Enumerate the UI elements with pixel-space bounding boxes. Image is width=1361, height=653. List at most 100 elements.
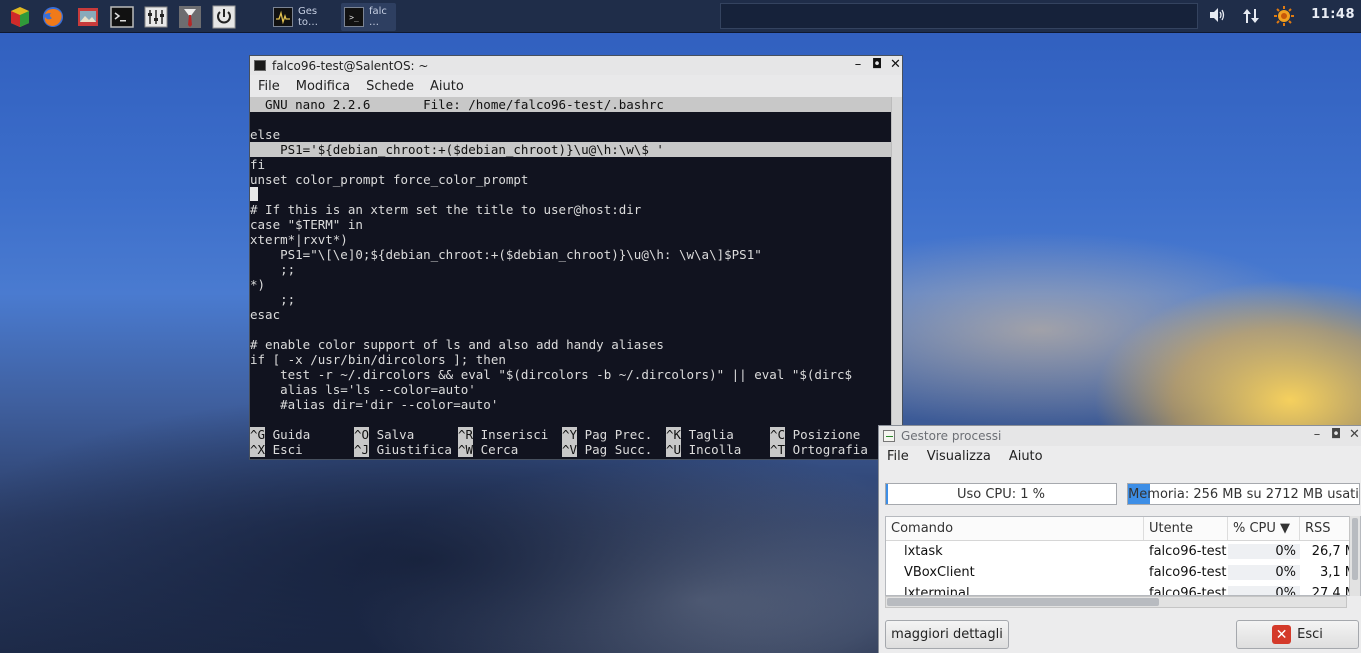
menu-aiuto[interactable]: Aiuto: [430, 79, 464, 94]
power-icon[interactable]: [211, 4, 237, 29]
volume-icon[interactable]: [1208, 7, 1226, 27]
user-icon[interactable]: [177, 4, 203, 29]
more-details-button[interactable]: maggiori dettagli: [885, 620, 1009, 649]
mixer-icon[interactable]: [143, 4, 169, 29]
code-line: fi: [250, 157, 266, 172]
memory-meter-label: Memoria: 256 MB su 2712 MB usati: [1128, 486, 1359, 502]
code-line: xterm*|rxvt*): [250, 232, 348, 247]
shortcut-row: ^G Guida ^O Salva ^R Inserisci ^Y Pag Pr…: [250, 427, 891, 442]
shortcut-cerca: ^W Cerca: [458, 442, 519, 457]
task-button-terminal[interactable]: >_ falc …: [341, 3, 396, 31]
code-line-selected: PS1='${debian_chroot:+($debian_chroot)}\…: [250, 142, 891, 157]
code-line: esac: [250, 307, 281, 322]
cell-command: lxtask: [904, 544, 943, 559]
task-manager-window: Gestore processi – ◘ ✕ File Visualizza A…: [878, 425, 1361, 653]
shortcut-giustifica: ^J Giustifica: [354, 442, 452, 457]
table-header: Comando Utente % CPU ▼ RSS: [886, 517, 1360, 541]
terminal-menubar: File Modifica Schede Aiuto: [250, 75, 902, 97]
task-manager-icon: [883, 430, 895, 442]
memory-meter: Memoria: 256 MB su 2712 MB usati: [1127, 483, 1360, 505]
task-button-task-manager[interactable]: Ges to…: [270, 3, 325, 31]
column-header-comando[interactable]: Comando: [886, 517, 1144, 540]
column-header-cpu[interactable]: % CPU ▼: [1228, 517, 1300, 540]
menu-file[interactable]: File: [887, 449, 909, 464]
more-details-label: maggiori dettagli: [891, 627, 1003, 642]
menu-file[interactable]: File: [258, 79, 280, 94]
firefox-icon[interactable]: [40, 4, 66, 29]
nano-header: GNU nano 2.2.6 File: /home/falco96-test/…: [250, 97, 891, 112]
menu-aiuto[interactable]: Aiuto: [1009, 449, 1043, 464]
shortcut-guida: ^G Guida: [250, 427, 311, 442]
cell-cpu: 0%: [1228, 544, 1300, 559]
task-label-line2: to…: [298, 17, 319, 28]
shortcut-pag-prec: ^Y Pag Prec.: [562, 427, 653, 442]
maximize-icon[interactable]: ◘: [1331, 427, 1341, 442]
shortcut-inserisci: ^R Inserisci: [458, 427, 549, 442]
code-line: alias ls='ls --color=auto': [250, 382, 476, 397]
minimize-icon[interactable]: –: [1313, 427, 1321, 442]
terminal-icon[interactable]: [109, 4, 135, 29]
shortcut-taglia: ^K Taglia: [666, 427, 734, 442]
taskbar: Ges to… >_ falc … 11:48: [0, 0, 1361, 33]
menu-schede[interactable]: Schede: [366, 79, 414, 94]
window-title: falco96-test@SalentOS: ~: [272, 58, 429, 73]
app-menu-icon[interactable]: [7, 4, 33, 29]
cpu-meter: Uso CPU: 1 %: [885, 483, 1117, 505]
clock[interactable]: 11:48: [1311, 7, 1355, 22]
cell-user: falco96-test: [1149, 544, 1227, 559]
terminal-icon: >_: [344, 7, 364, 27]
quit-button[interactable]: ✕ Esci: [1236, 620, 1359, 649]
table-row[interactable]: VBoxClient falco96-test 0% 3,1 M: [886, 562, 1360, 583]
code-line: *): [250, 277, 266, 292]
nano-shortcuts: ^G Guida ^O Salva ^R Inserisci ^Y Pag Pr…: [250, 427, 891, 457]
task-manager-titlebar[interactable]: Gestore processi – ◘ ✕: [879, 426, 1361, 446]
close-icon[interactable]: ✕: [890, 57, 901, 72]
table-row[interactable]: lxtask falco96-test 0% 26,7 M: [886, 541, 1360, 562]
code-line: # If this is an xterm set the title to u…: [250, 202, 642, 217]
shortcut-esci: ^X Esci: [250, 442, 303, 457]
maximize-icon[interactable]: ◘: [872, 57, 882, 72]
shortcut-incolla: ^U Incolla: [666, 442, 742, 457]
terminal-window: falco96-test@SalentOS: ~ – ◘ ✕ File Modi…: [249, 55, 903, 460]
cell-command: VBoxClient: [904, 565, 975, 580]
network-icon[interactable]: [1242, 7, 1260, 29]
code-line: else: [250, 127, 281, 142]
terminal-screen[interactable]: GNU nano 2.2.6 File: /home/falco96-test/…: [250, 97, 891, 459]
cpu-meter-label: Uso CPU: 1 %: [956, 486, 1046, 502]
menu-visualizza[interactable]: Visualizza: [927, 449, 991, 464]
shortcut-posizione: ^C Posizione: [770, 427, 861, 442]
task-label-line1: falc: [369, 6, 387, 17]
code-line: test -r ~/.dircolors && eval "$(dircolor…: [250, 367, 853, 382]
task-manager-icon: [273, 7, 293, 27]
code-line: #alias dir='dir --color=auto': [250, 397, 499, 412]
image-viewer-icon[interactable]: [75, 4, 101, 29]
terminal-icon: [254, 60, 266, 71]
task-label-line1: Ges: [298, 6, 318, 17]
task-manager-menubar: File Visualizza Aiuto: [879, 446, 1361, 467]
cell-command: lxterminal: [904, 586, 970, 596]
terminal-scrollbar[interactable]: [891, 97, 902, 459]
close-icon[interactable]: ✕: [1349, 427, 1360, 442]
code-line: PS1="\[\e]0;${debian_chroot:+($debian_ch…: [250, 247, 762, 262]
task-label-line2: …: [369, 17, 379, 28]
sun-gear-icon[interactable]: [1273, 5, 1295, 31]
minimize-icon[interactable]: –: [854, 57, 862, 72]
code-line: ;;: [250, 262, 296, 277]
table-row[interactable]: lxterminal falco96-test 0% 27,4 M: [886, 583, 1360, 596]
process-table: Comando Utente % CPU ▼ RSS lxtask falco9…: [885, 516, 1361, 596]
code-line: # enable color support of ls and also ad…: [250, 337, 664, 352]
column-header-utente[interactable]: Utente: [1144, 517, 1228, 540]
shortcut-ortografia: ^T Ortografia: [770, 442, 868, 457]
terminal-titlebar[interactable]: falco96-test@SalentOS: ~ – ◘ ✕: [250, 56, 902, 75]
code-line: case "$TERM" in: [250, 217, 363, 232]
menu-modifica[interactable]: Modifica: [296, 79, 350, 94]
cpu-meter-fill: [886, 484, 889, 504]
notification-area: [720, 3, 1198, 29]
cell-user: falco96-test: [1149, 586, 1227, 596]
table-horizontal-scrollbar[interactable]: [885, 596, 1347, 608]
code-line: ;;: [250, 292, 296, 307]
shortcut-pag-succ: ^V Pag Succ.: [562, 442, 653, 457]
cell-cpu: 0%: [1228, 586, 1300, 595]
table-vertical-scrollbar[interactable]: [1349, 516, 1360, 596]
